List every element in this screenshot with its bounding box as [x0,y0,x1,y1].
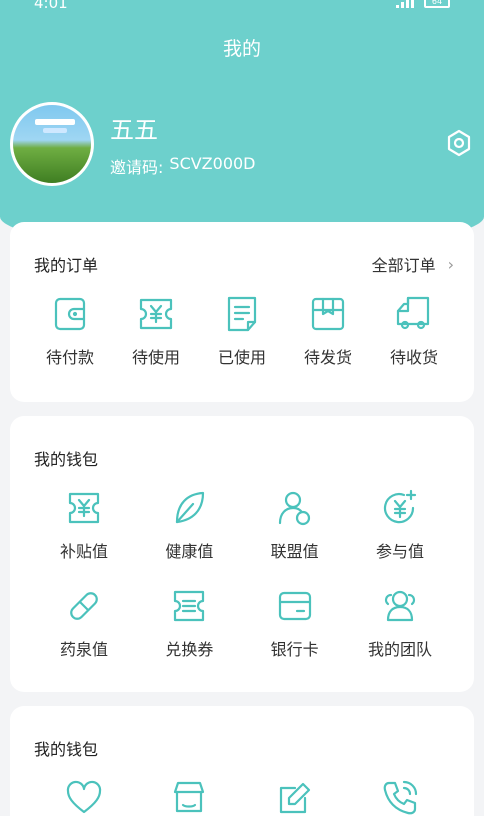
coupon-icon [174,590,205,622]
wallet-voucher[interactable]: 兑换券 [139,586,239,660]
status-icons: 64 [396,0,450,8]
invite-code-value: SCVZ000D [169,154,256,173]
order-item-label: 待发货 [303,348,352,367]
status-time: 4:01 [34,0,68,12]
yen-ticket-icon [68,492,100,524]
wallet-item-label: 药泉值 [59,640,108,659]
invite-label: 邀请码: [110,158,164,177]
battery-icon: 64 [424,0,450,8]
wallet-team[interactable]: 我的团队 [350,586,450,660]
wallet-item-label: 补贴值 [59,542,108,561]
service-favorites[interactable] [34,778,134,816]
signal-icon [396,0,416,8]
box-icon [311,297,345,331]
wallet-item-label: 兑换券 [165,640,214,659]
order-item-label: 待使用 [131,348,180,367]
heart-icon [66,780,102,814]
wallet-icon [54,297,86,331]
phone-icon [383,780,418,815]
orders-card: 我的订单 全部订单 › 待付款 待使用 已使用 待发货 待收货 [10,222,474,402]
order-to-use[interactable]: 待使用 [116,294,196,368]
team-icon [384,590,416,622]
store-icon [174,781,205,813]
wallet-row-2: 药泉值 兑换券 银行卡 我的团队 [34,586,450,660]
wallet-participation[interactable]: 参与值 [350,488,450,562]
edit-icon [279,782,310,814]
invite-code: 邀请码: SCVZ000D [110,154,256,178]
user-badge-icon [278,491,310,526]
profile-section: 五五 邀请码: SCVZ000D [10,102,474,186]
order-used[interactable]: 已使用 [202,294,282,368]
order-to-ship[interactable]: 待发货 [288,294,368,368]
order-item-label: 待收货 [389,348,438,367]
service-store[interactable] [139,778,239,816]
wallet-item-label: 健康值 [165,542,214,561]
truck-icon [396,296,430,330]
all-orders-label: 全部订单 [371,256,436,275]
order-status-list: 待付款 待使用 已使用 待发货 待收货 [30,294,454,368]
order-pending-payment[interactable]: 待付款 [30,294,110,368]
chevron-right-icon: › [447,254,454,274]
order-to-receive[interactable]: 待收货 [374,294,454,368]
services-title: 我的钱包 [34,740,99,759]
services-card: 我的钱包 [10,706,474,816]
wallet-health[interactable]: 健康值 [139,488,239,562]
wallet-title: 我的钱包 [34,450,99,469]
wallet-medicine[interactable]: 药泉值 [34,586,134,660]
wallet-item-label: 参与值 [375,542,424,561]
settings-icon[interactable] [444,128,474,158]
wallet-alliance[interactable]: 联盟值 [245,488,345,562]
wallet-subsidy[interactable]: 补贴值 [34,488,134,562]
order-item-label: 待付款 [45,348,94,367]
wallet-item-label: 银行卡 [270,640,319,659]
wallet-row-1: 补贴值 健康值 联盟值 参与值 [34,488,450,562]
page-title: 我的 [222,38,261,60]
services-row [34,778,450,816]
wallet-bank-card[interactable]: 银行卡 [245,586,345,660]
orders-title: 我的订单 [34,256,99,275]
user-name: 五五 [110,116,158,144]
avatar[interactable] [10,102,94,186]
order-item-label: 已使用 [217,348,266,367]
pill-icon [70,592,98,620]
wallet-card: 我的钱包 补贴值 健康值 联盟值 参与值 药泉值 兑换券 银行卡 我的团队 [10,416,474,692]
document-icon [227,296,257,332]
card-icon [278,591,311,621]
yen-plus-icon [383,489,417,524]
service-edit[interactable] [245,778,345,816]
wallet-item-label: 我的团队 [367,640,432,659]
wallet-item-label: 联盟值 [270,542,319,561]
status-bar: 4:01 64 [0,0,484,14]
ticket-icon [139,298,173,330]
leaf-icon [176,491,205,524]
service-phone[interactable] [350,778,450,816]
all-orders-link[interactable]: 全部订单 › [372,252,454,276]
